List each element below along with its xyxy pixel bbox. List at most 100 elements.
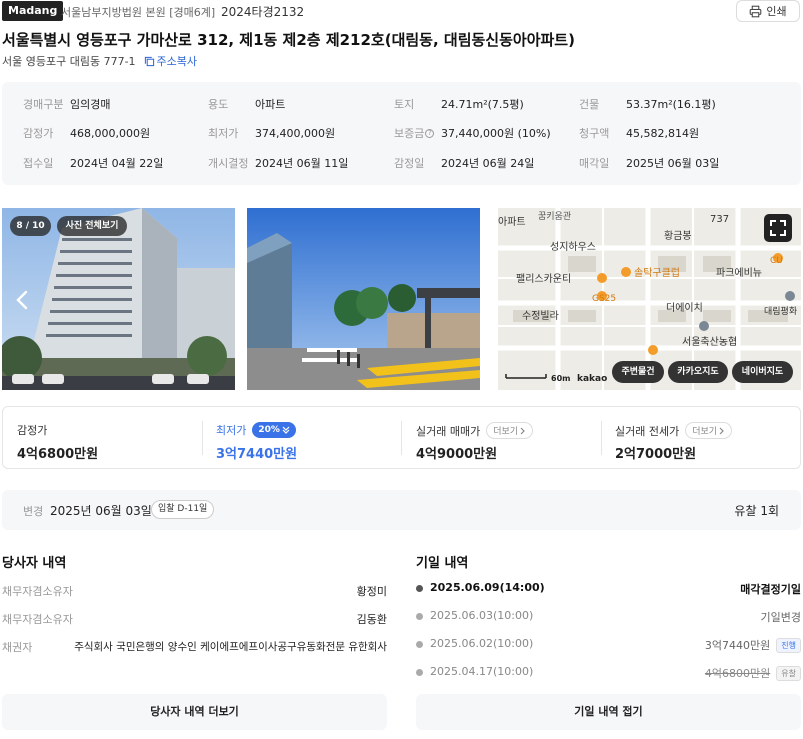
printer-icon [750,5,762,17]
discount-badge: 20% [252,422,296,438]
trade-label-row: 실거래 매매가 더보기 [416,422,534,439]
info-label: 감정가 [23,127,54,140]
trade-more-button[interactable]: 더보기 [486,422,534,439]
map-brand: kakao [577,374,607,384]
auction-info-panel: 경매구분 임의경매 용도 아파트 토지 24.71m²(7.5평) 건물 53.37m²… [2,82,801,185]
map-label: 수정빌라 [522,310,559,322]
appraisal-value: 4억6800만원 [17,447,99,462]
party-role: 채권자 [2,641,33,654]
auction-status-bar: 변경 2025년 06월 03일 입찰 D-11일 유찰 1회 [2,490,801,530]
info-label: 청구액 [579,127,610,140]
chevron-right-icon [719,427,724,434]
party-role: 채무자겸소유자 [2,585,73,598]
timeline-dot [416,641,423,648]
map-label: 대림평화 [764,305,797,317]
help-icon[interactable]: ? [425,128,435,138]
print-button[interactable]: 인쇄 [736,0,800,22]
schedule-collapse-button[interactable]: 기일 내역 접기 [416,694,801,730]
timeline-dot [416,669,423,676]
jeonse-label: 실거래 전세가 [615,424,680,438]
nearby-items-button[interactable]: 주변물건 [612,361,664,383]
info-item: 개시결정 2024년 06월 11일 [208,155,348,171]
result-text: 매각결정기일 [740,583,801,596]
minimum-label: 최저가 [216,424,247,437]
info-label: 최저가 [208,127,239,140]
trade-label: 실거래 매매가 [416,424,481,438]
info-value: 아파트 [255,98,286,111]
discount-pct: 20% [258,425,280,435]
fail-count: 유찰 1회 [734,504,779,518]
info-item: 접수일 2024년 04월 22일 [23,155,163,171]
header-bar: Madang 서울남부지방법원 본원 [경매6계] 2024타경2132 인쇄 [0,0,803,24]
minimum-value: 3억7440만원 [216,447,298,462]
info-item: 청구액 45,582,814원 [579,125,699,141]
naver-map-button[interactable]: 네이버지도 [732,361,793,383]
street-photo-image [247,208,480,390]
more-label: 더보기 [692,427,718,437]
parties-more-button[interactable]: 당사자 내역 더보기 [2,694,387,730]
map-label: 꿈키움관 [538,211,571,222]
expand-icon [770,220,786,236]
jeonse-price: 실거래 전세가 더보기 2억7000만원 [615,407,795,468]
status-tag: 유찰 [776,665,801,681]
map-label: 서울축산농협 [682,335,737,348]
page-title: 서울특별시 영등포구 가마산로 312, 제1동 제2층 제212호(대림동, … [2,31,575,49]
more-label: 더보기 [493,427,519,437]
party-name: 황정미 [356,585,387,598]
schedule-row: 2025.06.03(10:00) 기일변경 [416,609,801,625]
map-label: 737 [710,214,729,225]
trade-value: 4억9000만원 [416,447,498,462]
info-label: 건물 [579,98,600,111]
party-role: 채무자겸소유자 [2,613,73,626]
info-item: 건물 53.37m²(16.1평) [579,96,716,112]
dday-badge: 입찰 D-11일 [151,500,215,519]
info-value: 24.71m²(7.5평) [441,98,524,111]
map-label: GS25 [592,294,616,304]
map-label: CU [770,256,783,266]
result-text: 3억7440만원 [704,639,771,652]
divider [202,421,203,455]
price-summary: 감정가 4억6800만원 최저가 20% 3억7440만원 실거래 매매가 더보… [2,406,801,469]
chevron-left-icon[interactable] [15,290,29,310]
view-all-photos-button[interactable]: 사진 전체보기 [57,216,127,236]
map-label: 아파트 [498,216,526,228]
divider [601,421,602,455]
map-label: 더에이치 [666,302,703,314]
appraisal-price: 감정가 4억6800만원 [17,407,197,468]
trade-price: 실거래 매매가 더보기 4억9000만원 [416,407,596,468]
info-label: 감정일 [394,157,425,170]
schedule-result: 기일변경 [761,609,801,625]
jeonse-more-button[interactable]: 더보기 [685,422,733,439]
copy-address-button[interactable]: 주소복사 [144,53,197,69]
info-item: 용도 아파트 [208,96,285,112]
case-number: 2024타경2132 [221,5,305,19]
info-value: 53.37m²(16.1평) [626,98,716,111]
info-item: 보증금? 37,440,000원 (10%) [394,125,551,141]
schedule-title: 기일 내역 [416,556,469,571]
timeline-dot [416,585,423,592]
change-date: 2025년 06월 03일 [50,504,152,518]
result-text: 기일변경 [760,611,801,624]
info-label: 개시결정 [208,157,249,170]
party-name: 김동환 [356,613,387,626]
double-chevron-down-icon [282,426,290,434]
schedule-date: 2025.06.09(14:00) [430,581,545,594]
logo: Madang [2,1,64,21]
info-label: 보증금 [394,127,425,140]
expand-map-button[interactable] [764,214,792,242]
info-value: 임의경매 [70,98,111,111]
schedule-result: 3억7440만원 진행 [705,637,801,653]
info-item: 최저가 374,400,000원 [208,125,335,141]
map-label: 파크에비뉴 [716,267,762,279]
info-label: 경매구분 [23,98,64,111]
result-text: 4억6800만원 [704,667,771,680]
info-label: 접수일 [23,157,54,170]
jeonse-value: 2억7000만원 [615,447,697,462]
schedule-result: 매각결정기일 [740,581,801,597]
property-photo[interactable] [247,208,480,390]
schedule-row: 2025.06.09(14:00) 매각결정기일 [416,581,801,597]
info-item: 매각일 2025년 06월 03일 [579,155,719,171]
info-value: 45,582,814원 [626,127,700,140]
parties-title: 당사자 내역 [2,556,67,571]
kakao-map-button[interactable]: 카카오지도 [668,361,728,383]
